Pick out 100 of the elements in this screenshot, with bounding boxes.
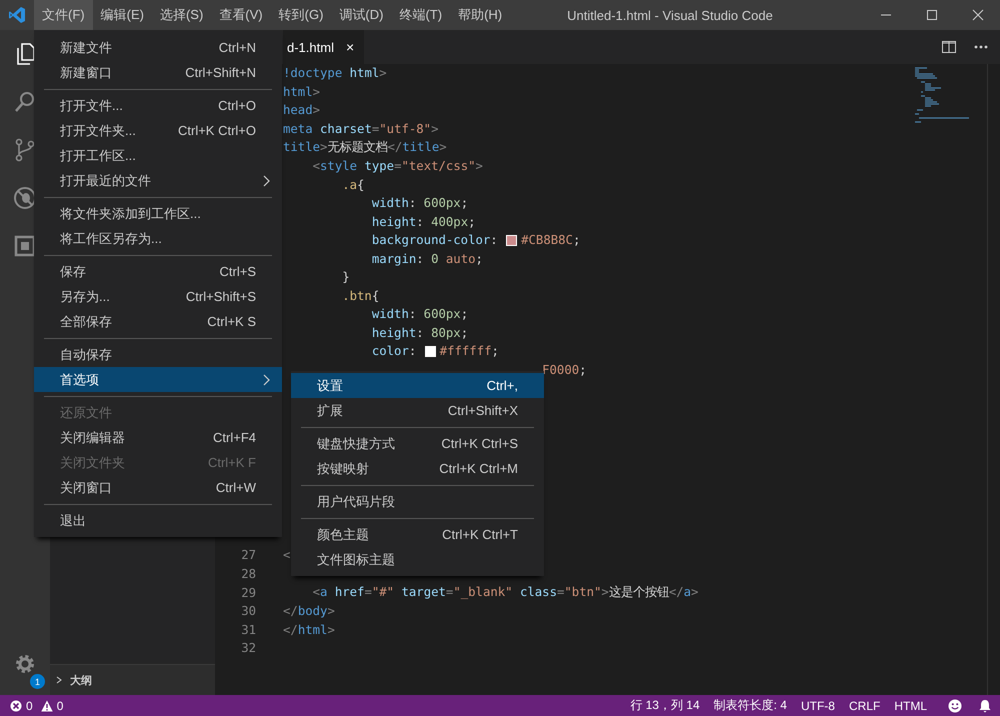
menu-item-label: 将文件夹添加到工作区... — [60, 204, 202, 222]
menu-item-label: 关闭窗口 — [60, 478, 113, 496]
menu-item[interactable]: 另存为... Ctrl+Shift+S — [34, 284, 282, 309]
code-line: width: 600px; — [370, 307, 468, 322]
smiley-icon[interactable] — [948, 698, 962, 712]
menu-item-label: 自动保存 — [60, 346, 113, 364]
menu-bar-item[interactable]: 编辑(E) — [92, 0, 152, 30]
color-swatch[interactable] — [506, 234, 518, 246]
shortcut-label: Ctrl+O — [218, 98, 256, 113]
status-item[interactable]: UTF-8 — [796, 698, 840, 712]
menu-item[interactable]: 关闭编辑器 Ctrl+F4 — [34, 425, 282, 450]
menu-item[interactable]: 打开最近的文件 — [34, 168, 282, 193]
shortcut-label: Ctrl+Shift+S — [186, 289, 256, 304]
menu-item-label: 打开文件... — [60, 96, 124, 114]
code-line: #CB8B8C; — [521, 233, 580, 248]
menu-item[interactable]: 颜色主题 Ctrl+K Ctrl+T — [291, 522, 544, 547]
extensions-icon[interactable] — [13, 234, 37, 258]
menu-item[interactable]: 打开文件... Ctrl+O — [34, 93, 282, 118]
menu-bar-item[interactable]: 调试(D) — [331, 0, 392, 30]
search-icon[interactable] — [13, 90, 37, 114]
line-number: 27 — [241, 548, 256, 562]
debug-icon[interactable] — [13, 186, 37, 210]
code-line: height: 400px; — [370, 214, 476, 229]
menu-item[interactable]: 退出 — [34, 508, 282, 533]
shortcut-label: Ctrl+K Ctrl+O — [178, 123, 256, 138]
shortcut-label: Ctrl+K Ctrl+M — [439, 461, 518, 476]
menu-item[interactable]: 文件图标主题 — [291, 547, 544, 572]
menu-item[interactable]: 新建窗口 Ctrl+Shift+N — [34, 60, 282, 85]
line-number: 32 — [241, 641, 256, 656]
menu-item[interactable]: 首选项 — [34, 367, 282, 392]
shortcut-label: Ctrl+Shift+X — [448, 403, 518, 418]
menu-bar-item[interactable]: 查看(V) — [211, 0, 271, 30]
menu-item-label: 扩展 — [317, 402, 344, 420]
code-line: margin: 0 auto; — [370, 252, 483, 266]
menu-item-label: 设置 — [317, 376, 344, 394]
shortcut-label: Ctrl+N — [218, 40, 256, 55]
code-line: title>无标题文档</title> — [283, 138, 447, 156]
warning-count[interactable]: 0 — [56, 698, 64, 712]
more-icon[interactable] — [974, 45, 988, 49]
error-icon[interactable] — [10, 700, 22, 712]
menu-item[interactable]: 新建文件 Ctrl+N — [34, 35, 282, 60]
status-item[interactable]: CRLF — [844, 698, 886, 712]
app-logo-icon — [8, 6, 26, 24]
menu-item[interactable]: 保存 Ctrl+S — [34, 259, 282, 284]
outline-header[interactable]: 大纲 — [50, 664, 215, 695]
menu-bar-item[interactable]: 帮助(H) — [450, 0, 510, 30]
menu-item-label: 将工作区另存为... — [60, 230, 163, 248]
menu-item-label: 保存 — [60, 262, 87, 280]
warning-icon[interactable] — [40, 700, 53, 712]
menu-bar-item[interactable]: 转到(G) — [270, 0, 332, 30]
chevron-right-icon — [263, 174, 270, 186]
menu-bar-item[interactable]: 选择(S) — [152, 0, 212, 30]
shortcut-label: Ctrl+S — [220, 264, 256, 279]
menu-item-label: 新建窗口 — [60, 64, 113, 82]
line-number: 31 — [241, 622, 256, 637]
line-number: 28 — [241, 567, 256, 582]
shortcut-label: Ctrl+W — [216, 480, 256, 495]
menu-item[interactable]: 扩展 Ctrl+Shift+X — [291, 398, 544, 423]
code-line: .a{ — [341, 178, 364, 192]
settings-icon[interactable] — [13, 652, 37, 676]
code-line: html> — [283, 84, 320, 99]
code-line: <style type="text/css"> — [312, 159, 483, 173]
menu-bar-item[interactable]: 终端(T) — [391, 0, 450, 30]
maximize-icon[interactable] — [926, 9, 938, 21]
code-line: background-color: — [370, 233, 499, 248]
menu-bar-item[interactable]: 文件(F) — [34, 0, 93, 30]
menu-item-label: 打开最近的文件 — [60, 172, 152, 190]
menu-item[interactable]: 键盘快捷方式 Ctrl+K Ctrl+S — [291, 431, 544, 456]
menu-item-label: 还原文件 — [60, 404, 113, 422]
notification-badge: 1 — [30, 674, 45, 689]
code-line: </html> — [283, 622, 335, 637]
menu-item[interactable]: 将工作区另存为... — [34, 226, 282, 251]
close-icon[interactable] — [972, 9, 984, 21]
bell-icon[interactable] — [978, 698, 992, 712]
status-item[interactable]: HTML — [889, 698, 932, 712]
menu-item[interactable]: 按键映射 Ctrl+K Ctrl+M — [291, 456, 544, 481]
error-count[interactable]: 0 — [26, 698, 33, 712]
color-swatch[interactable] — [424, 346, 436, 357]
menu-item[interactable]: 全部保存 Ctrl+K S — [34, 309, 282, 334]
menu-item-label: 新建文件 — [60, 38, 113, 56]
code-line: width: 600px; — [370, 196, 468, 210]
menu-item[interactable]: 自动保存 — [34, 342, 282, 367]
status-item[interactable]: 行 13，列 14 — [625, 697, 705, 714]
code-line: F0000; — [541, 363, 587, 378]
shortcut-label: Ctrl+K Ctrl+T — [442, 527, 518, 542]
menu-item[interactable]: 关闭窗口 Ctrl+W — [34, 475, 282, 500]
split-editor-icon[interactable] — [942, 41, 956, 53]
source-control-icon[interactable] — [13, 138, 37, 162]
code-line: meta charset="utf-8"> — [283, 122, 438, 136]
tab-close-button[interactable]: × — [346, 39, 354, 55]
menu-item[interactable]: 将文件夹添加到工作区... — [34, 201, 282, 226]
menu-item[interactable]: 打开工作区... — [34, 143, 282, 168]
editor-tab[interactable]: d-1.html × — [283, 30, 364, 64]
code-line: < — [283, 548, 290, 562]
menu-item-label: 关闭文件夹 — [60, 454, 126, 472]
menu-item[interactable]: 用户代码片段 — [291, 489, 544, 514]
menu-item[interactable]: 打开文件夹... Ctrl+K Ctrl+O — [34, 118, 282, 143]
status-item[interactable]: 制表符长度: 4 — [708, 697, 792, 714]
menu-item[interactable]: 设置 Ctrl+, — [291, 373, 544, 398]
menu-item-label: 另存为... — [60, 288, 111, 306]
